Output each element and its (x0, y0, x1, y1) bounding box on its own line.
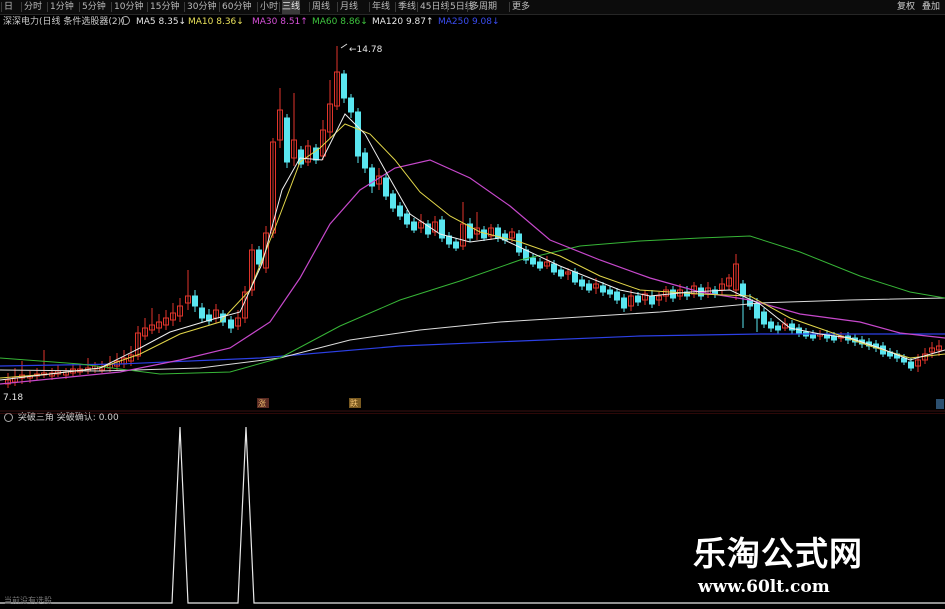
watermark-title: 乐淘公式网 (693, 534, 863, 573)
candle-body (516, 233, 522, 253)
period-tab[interactable]: 分时 (24, 0, 42, 14)
period-tab[interactable]: 月线 (340, 0, 358, 14)
tab-divider (417, 2, 418, 12)
period-tab[interactable]: 30分钟 (187, 0, 216, 14)
watermark-url: www.60lt.com (698, 577, 830, 597)
candle-body (411, 221, 417, 231)
candle-body (362, 152, 368, 169)
period-tab[interactable]: 45日线 (420, 0, 449, 14)
tab-divider (509, 2, 510, 12)
candle-body (355, 111, 361, 157)
candle-body (397, 205, 403, 217)
tab-divider (369, 2, 370, 12)
ma10-line (0, 123, 945, 379)
candle-body (761, 311, 767, 325)
period-tab[interactable]: 1分钟 (50, 0, 74, 14)
period-tab[interactable]: 60分钟 (222, 0, 251, 14)
signal-marker-label: 涨 (258, 398, 266, 408)
candle-body (551, 263, 557, 273)
candle-body (775, 325, 781, 331)
tab-divider (309, 2, 310, 12)
period-tab[interactable]: 多周期 (470, 0, 497, 14)
tab-divider (1, 2, 2, 12)
indicator-footer: 当前没有选股 (4, 596, 52, 605)
ma5-line (0, 113, 945, 381)
period-tab[interactable]: 周线 (312, 0, 330, 14)
ma30-line (0, 159, 945, 385)
candle-body (453, 241, 459, 249)
ma250-line (0, 333, 945, 367)
candle-body (481, 229, 487, 239)
tab-divider (184, 2, 185, 12)
candle-body (740, 283, 746, 297)
candle-body (348, 97, 354, 113)
candle-body (341, 73, 347, 99)
candle-body (383, 177, 389, 197)
high-price-label: ←14.78 (349, 45, 383, 55)
candle-body (530, 257, 536, 265)
low-price-label: 7.18 (3, 393, 23, 403)
candle-body (579, 279, 585, 287)
period-tab[interactable]: 季线 (398, 0, 416, 14)
period-tab[interactable]: 小时 (260, 0, 278, 14)
period-tab[interactable]: 三线 (282, 0, 301, 14)
period-tab[interactable]: 10分钟 (114, 0, 143, 14)
candle-body (572, 271, 578, 283)
candle-body (621, 297, 627, 309)
candle-body (607, 289, 613, 295)
period-tab[interactable]: 5分钟 (82, 0, 106, 14)
candle-body (256, 249, 262, 265)
tab-divider (337, 2, 338, 12)
candle-body (586, 283, 592, 291)
candle-body (796, 327, 802, 335)
tab-divider (467, 2, 468, 12)
period-tab[interactable]: 年线 (372, 0, 390, 14)
tab-divider (219, 2, 220, 12)
signal-marker-label: 跌 (350, 398, 358, 408)
tab-divider (111, 2, 112, 12)
tab-divider (47, 2, 48, 12)
tab-divider (147, 2, 148, 12)
candle-body (649, 295, 655, 305)
candle-body (768, 321, 774, 329)
tab-divider (447, 2, 448, 12)
period-tab[interactable]: 更多 (512, 0, 530, 14)
candle-body (192, 295, 198, 307)
tab-divider (279, 2, 280, 12)
candle-body (228, 319, 234, 329)
candle-body (404, 213, 410, 225)
candle-body (810, 333, 816, 339)
period-toolbar: 日分时 1分钟 5分钟 10分钟 15分钟 30分钟 60分钟 小时 三线 周线 月线 年线 季线 45日… (0, 0, 945, 15)
candle-body (284, 117, 290, 163)
toolbar-right-button[interactable]: 复权 (897, 0, 915, 14)
period-tab[interactable]: 日 (4, 0, 13, 14)
candle-body (558, 269, 564, 277)
period-tab[interactable]: 15分钟 (150, 0, 179, 14)
candle-body (908, 361, 914, 369)
candle-body (635, 295, 641, 303)
candle-body (614, 291, 620, 301)
tab-divider (257, 2, 258, 12)
scroll-corner-icon (936, 399, 944, 409)
high-pointer (340, 43, 348, 49)
candle-body (754, 303, 760, 319)
candle-body (199, 307, 205, 319)
candle-body (600, 285, 606, 293)
candle-body (390, 193, 396, 209)
tab-divider (395, 2, 396, 12)
price-chart[interactable]: ←14.78 7.18 涨 跌 (0, 28, 945, 412)
tab-divider (21, 2, 22, 12)
candle-body (537, 261, 543, 269)
toolbar-right-button[interactable]: 叠加 (922, 0, 940, 14)
tab-divider (79, 2, 80, 12)
